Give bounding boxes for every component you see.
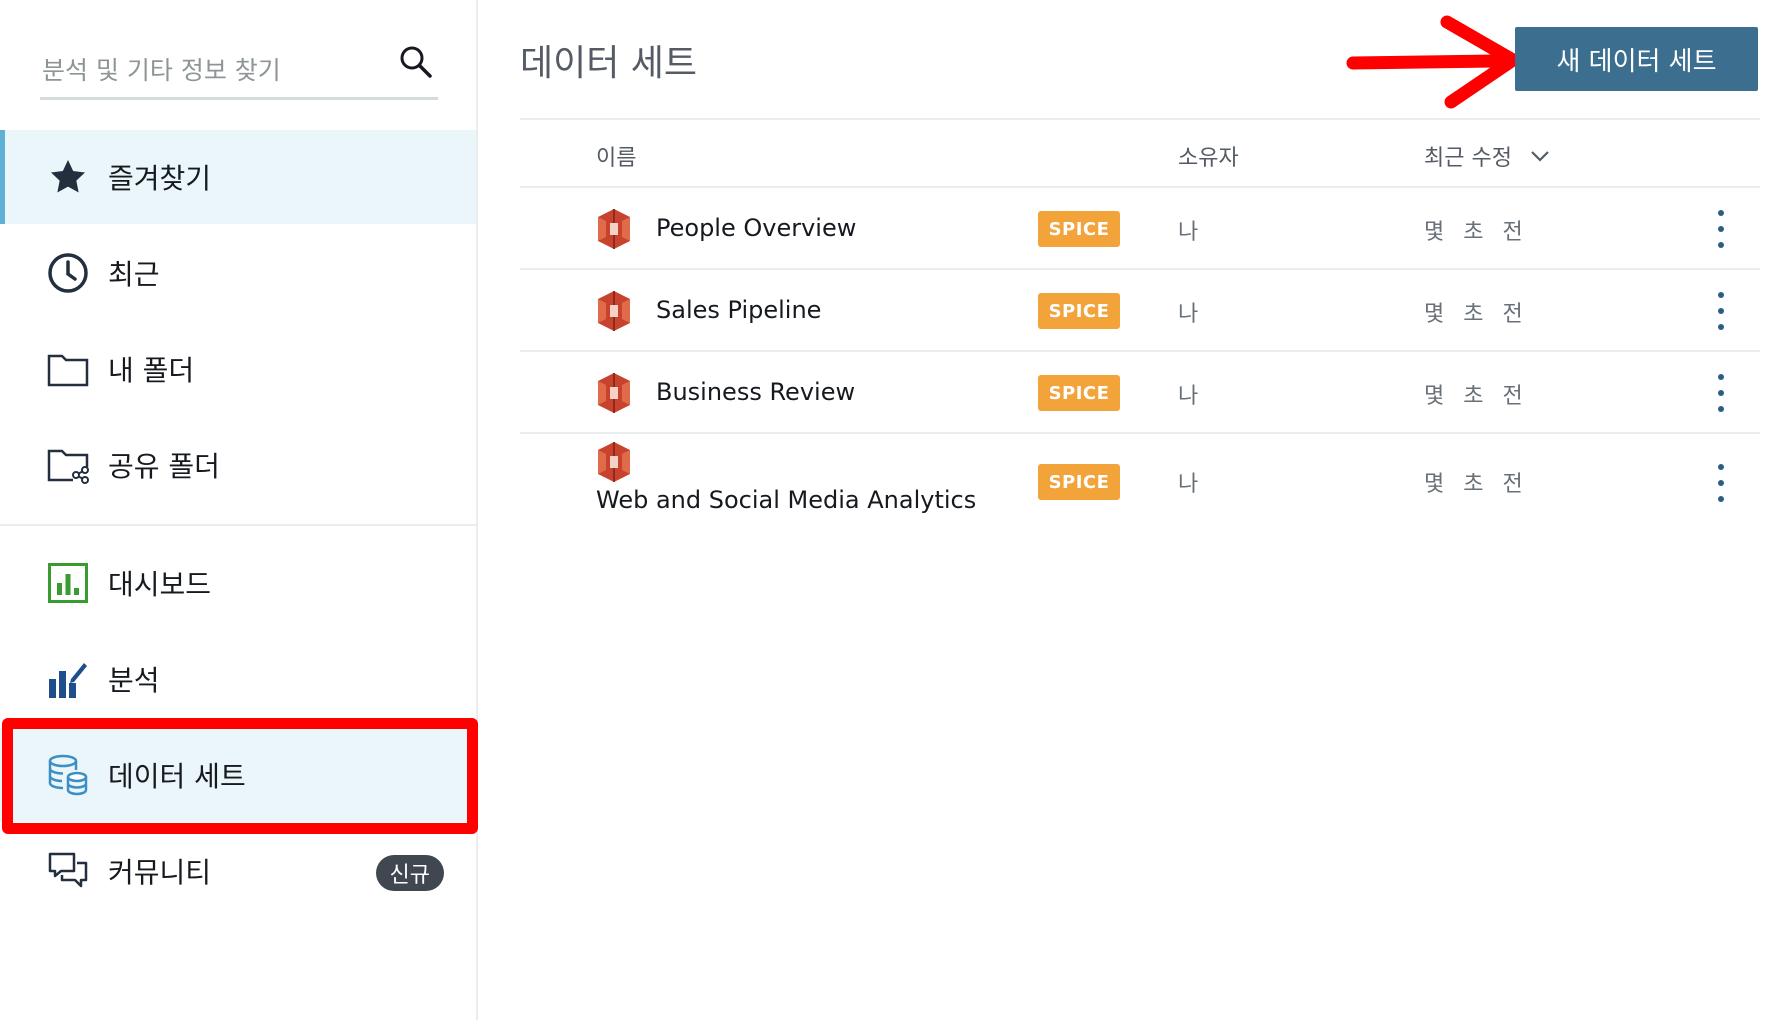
column-header-owner[interactable]: 소유자 — [1178, 140, 1239, 172]
clock-icon — [46, 251, 90, 295]
dataset-modified: 몇 초 전 — [1424, 302, 1529, 327]
spice-badge: SPICE — [1038, 375, 1120, 411]
search-input[interactable] — [42, 48, 382, 92]
column-header-modified[interactable]: 최근 수정 — [1424, 140, 1550, 172]
page-title: 데이터 세트 — [520, 43, 698, 84]
dataset-name[interactable]: People Overview — [656, 214, 856, 242]
spice-badge: SPICE — [1038, 464, 1120, 500]
sidebar-item-label: 데이터 세트 — [108, 760, 246, 793]
sidebar-item-label: 대시보드 — [108, 568, 212, 601]
table-row[interactable]: Sales Pipeline SPICE 나 몇 초 전 — [520, 270, 1760, 352]
new-badge: 신규 — [375, 855, 444, 891]
star-icon — [46, 155, 90, 199]
column-header-modified-label: 최근 수정 — [1424, 146, 1512, 171]
folder-icon — [46, 347, 90, 391]
spice-badge: SPICE — [1038, 293, 1120, 329]
more-options-icon[interactable] — [1706, 208, 1736, 250]
dataset-modified: 몇 초 전 — [1424, 384, 1529, 409]
sidebar-item-label: 커뮤니티 — [108, 856, 212, 889]
new-dataset-button[interactable]: 새 데이터 세트 — [1515, 27, 1758, 91]
search-box — [40, 40, 438, 100]
dataset-icon — [46, 753, 90, 797]
dataset-owner: 나 — [1178, 384, 1199, 409]
dataset-modified: 몇 초 전 — [1424, 220, 1529, 245]
table-header: 이름 소유자 최근 수정 — [520, 118, 1760, 188]
dataset-name[interactable]: Web and Social Media Analytics — [596, 486, 976, 514]
red-arrow-annotation — [1346, 15, 1520, 109]
sidebar-item-label: 즐겨찾기 — [108, 162, 212, 195]
dataset-name[interactable]: Sales Pipeline — [656, 296, 821, 324]
sidebar-item-recent[interactable]: 최근 — [0, 226, 476, 320]
sidebar-item-my-folders[interactable]: 내 폴더 — [0, 322, 476, 416]
shared-folder-icon — [46, 443, 90, 487]
spice-badge: SPICE — [1038, 211, 1120, 247]
sidebar-item-label: 최근 — [108, 258, 160, 291]
more-options-icon[interactable] — [1706, 290, 1736, 332]
chevron-down-icon — [1531, 151, 1549, 162]
sidebar-item-favorites[interactable]: 즐겨찾기 — [0, 130, 476, 224]
community-icon — [46, 849, 90, 893]
dataset-owner: 나 — [1178, 302, 1199, 327]
sidebar-divider — [0, 524, 476, 526]
s3-bucket-icon — [598, 373, 630, 413]
dashboard-icon — [46, 561, 90, 605]
sidebar-item-datasets[interactable]: 데이터 세트 — [0, 728, 476, 822]
sidebar-item-dashboards[interactable]: 대시보드 — [0, 536, 476, 630]
sidebar-item-label: 공유 폴더 — [108, 450, 220, 483]
s3-bucket-icon — [598, 291, 630, 331]
more-options-icon[interactable] — [1706, 372, 1736, 414]
sidebar: 즐겨찾기 최근 내 폴더 공유 폴더 대시보드 분석 데 — [0, 0, 478, 1020]
sidebar-item-analyses[interactable]: 분석 — [0, 632, 476, 726]
datasets-table: 이름 소유자 최근 수정 People Overview SPICE 나 몇 초… — [520, 118, 1760, 538]
dataset-modified: 몇 초 전 — [1424, 472, 1529, 497]
s3-bucket-icon — [598, 442, 630, 482]
sidebar-item-label: 분석 — [108, 664, 160, 697]
dataset-owner: 나 — [1178, 220, 1199, 245]
sidebar-item-shared-folders[interactable]: 공유 폴더 — [0, 418, 476, 512]
dataset-owner: 나 — [1178, 472, 1199, 497]
table-row[interactable]: Web and Social Media Analytics SPICE 나 몇… — [520, 434, 1760, 538]
main-content: 데이터 세트 새 데이터 세트 이름 소유자 최근 수정 People Over… — [520, 0, 1760, 1020]
sidebar-item-label: 내 폴더 — [108, 354, 195, 387]
s3-bucket-icon — [598, 209, 630, 249]
dataset-name[interactable]: Business Review — [656, 378, 855, 406]
search-icon[interactable] — [394, 40, 438, 84]
column-header-name[interactable]: 이름 — [596, 140, 636, 172]
analysis-icon — [46, 657, 90, 701]
table-row[interactable]: Business Review SPICE 나 몇 초 전 — [520, 352, 1760, 434]
more-options-icon[interactable] — [1706, 462, 1736, 504]
table-row[interactable]: People Overview SPICE 나 몇 초 전 — [520, 188, 1760, 270]
